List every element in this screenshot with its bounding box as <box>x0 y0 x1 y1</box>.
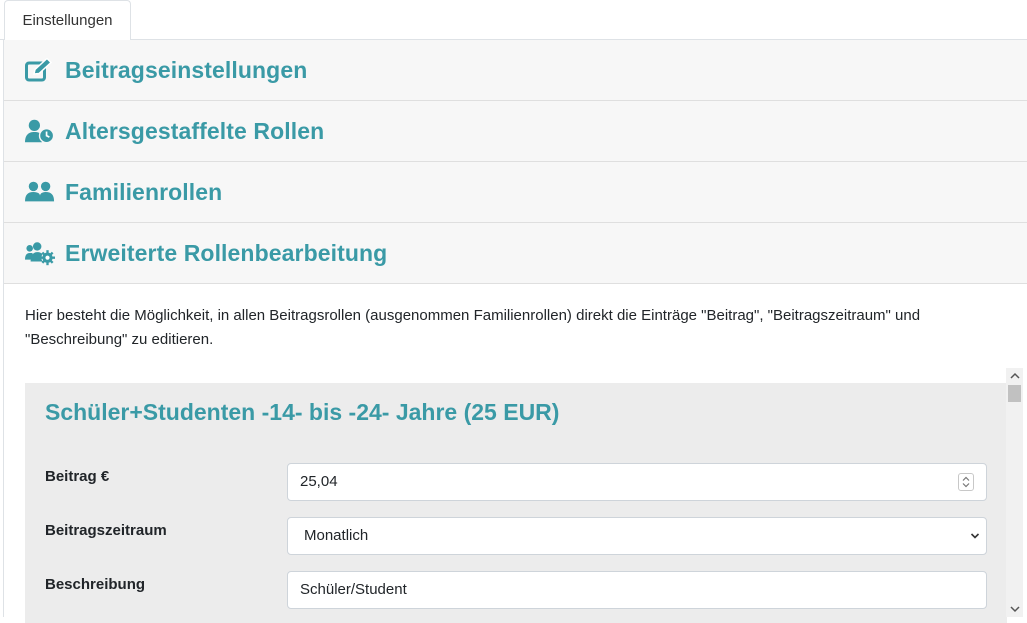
description-text: Hier besteht die Möglichkeit, in allen B… <box>25 307 921 348</box>
beschreibung-label: Beschreibung <box>45 576 146 593</box>
accordion-altersgestaffelte-rollen[interactable]: Altersgestaffelte Rollen <box>4 101 1027 162</box>
accordion-erweiterte-rollenbearbeitung[interactable]: Erweiterte Rollenbearbeitung <box>4 223 1027 284</box>
beitrag-input[interactable]: 25,04 <box>287 463 987 501</box>
accordion-title: Erweiterte Rollenbearbeitung <box>65 239 388 266</box>
scrollbar-thumb[interactable] <box>1008 385 1021 402</box>
accordion-title: Familienrollen <box>65 178 223 205</box>
users-icon <box>25 179 55 205</box>
accordion-beitragseinstellungen[interactable]: Beitragseinstellungen <box>4 40 1027 101</box>
scrollbar[interactable] <box>1006 368 1023 617</box>
accordion-title: Beitragseinstellungen <box>65 56 308 83</box>
beschreibung-input[interactable]: Schüler/Student <box>287 571 987 609</box>
accordion-familienrollen[interactable]: Familienrollen <box>4 162 1027 223</box>
tab-bar: Einstellungen <box>0 0 1027 41</box>
tab-einstellungen[interactable]: Einstellungen <box>4 0 131 41</box>
beitragszeitraum-select[interactable]: Monatlich <box>287 517 987 555</box>
spinner-icon[interactable] <box>958 473 974 491</box>
chevron-down-icon <box>970 518 980 567</box>
beitragszeitraum-label: Beitragszeitraum <box>45 522 167 539</box>
accordion-title: Altersgestaffelte Rollen <box>65 117 325 144</box>
accordion-body: Hier besteht die Möglichkeit, in allen B… <box>4 284 1027 623</box>
scroll-up-icon[interactable] <box>1006 368 1023 384</box>
beitrag-value: 25,04 <box>300 473 338 490</box>
edit-icon <box>25 57 55 83</box>
users-cog-icon <box>25 240 55 266</box>
beitrag-label: Beitrag € <box>45 468 110 485</box>
user-clock-icon <box>25 118 55 144</box>
beschreibung-value: Schüler/Student <box>300 581 407 598</box>
role-title: Schüler+Studenten -14- bis -24- Jahre (2… <box>45 399 560 425</box>
settings-panel: Beitragseinstellungen Altersgestaffelte … <box>3 40 1027 623</box>
beitragszeitraum-value: Monatlich <box>304 527 369 544</box>
role-card: Schüler+Studenten -14- bis -24- Jahre (2… <box>25 383 1007 623</box>
scroll-down-icon[interactable] <box>1006 601 1023 617</box>
